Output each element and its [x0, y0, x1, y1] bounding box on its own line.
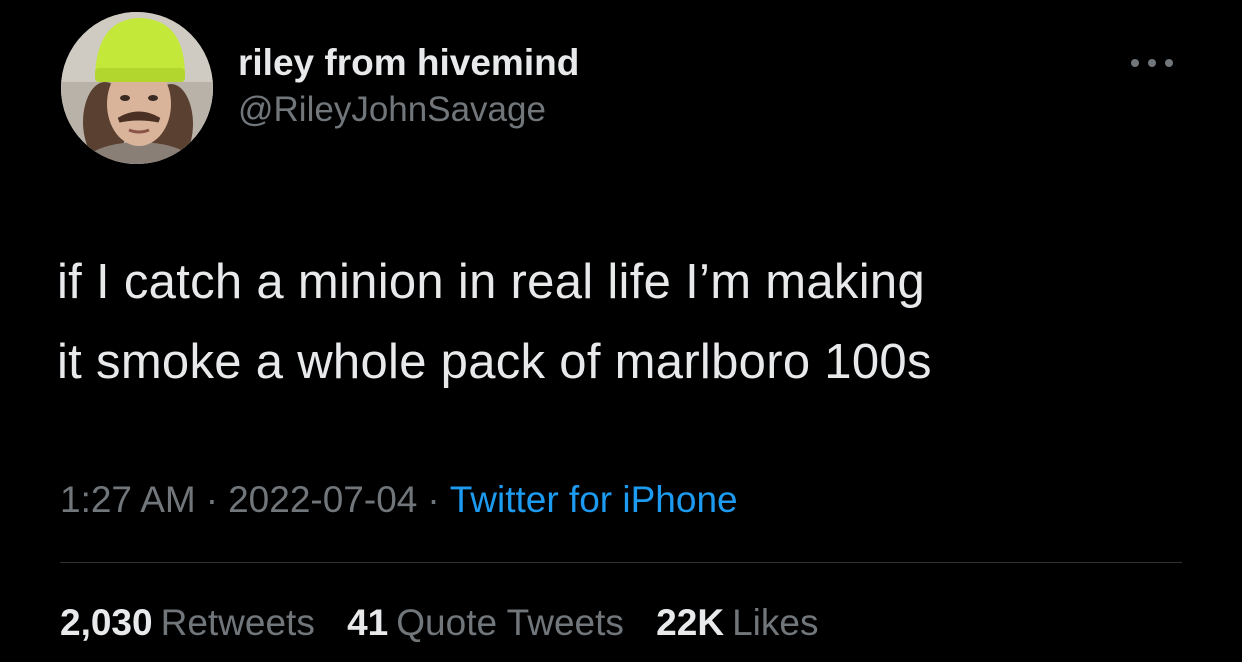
likes-label: Likes [732, 602, 819, 643]
meta-separator: · [427, 479, 440, 520]
meta-separator: · [205, 479, 219, 520]
tweet-time[interactable]: 1:27 AM [60, 479, 196, 520]
avatar[interactable] [61, 12, 213, 164]
divider [60, 562, 1182, 563]
display-name[interactable]: riley from hivemind [238, 40, 579, 86]
tweet-text: if I catch a minion in real life I’m mak… [57, 242, 1207, 402]
retweets-stat[interactable]: 2,030 Retweets [60, 600, 315, 646]
retweets-count: 2,030 [60, 602, 153, 643]
tweet-text-line-2: it smoke a whole pack of marlboro 100s [57, 335, 932, 389]
engagement-stats: 2,030 Retweets 41 Quote Tweets 22K Likes [60, 600, 840, 646]
tweet-card: riley from hivemind @RileyJohnSavage if … [0, 0, 1242, 662]
author-block[interactable]: riley from hivemind @RileyJohnSavage [238, 40, 579, 132]
more-options-icon [1131, 59, 1173, 67]
more-options-button[interactable] [1126, 50, 1178, 76]
user-handle[interactable]: @RileyJohnSavage [238, 88, 579, 132]
tweet-meta: 1:27 AM · 2022-07-04 · Twitter for iPhone [60, 477, 738, 523]
tweet-date[interactable]: 2022-07-04 [228, 479, 417, 520]
tweet-source-link[interactable]: Twitter for iPhone [450, 479, 738, 520]
retweets-label: Retweets [160, 602, 315, 643]
avatar-image [61, 12, 213, 164]
quote-tweets-stat[interactable]: 41 Quote Tweets [347, 600, 624, 646]
quote-tweets-count: 41 [347, 602, 389, 643]
tweet-text-line-1: if I catch a minion in real life I’m mak… [57, 255, 926, 309]
likes-stat[interactable]: 22K Likes [656, 600, 818, 646]
quote-tweets-label: Quote Tweets [396, 602, 624, 643]
likes-count: 22K [656, 602, 725, 643]
